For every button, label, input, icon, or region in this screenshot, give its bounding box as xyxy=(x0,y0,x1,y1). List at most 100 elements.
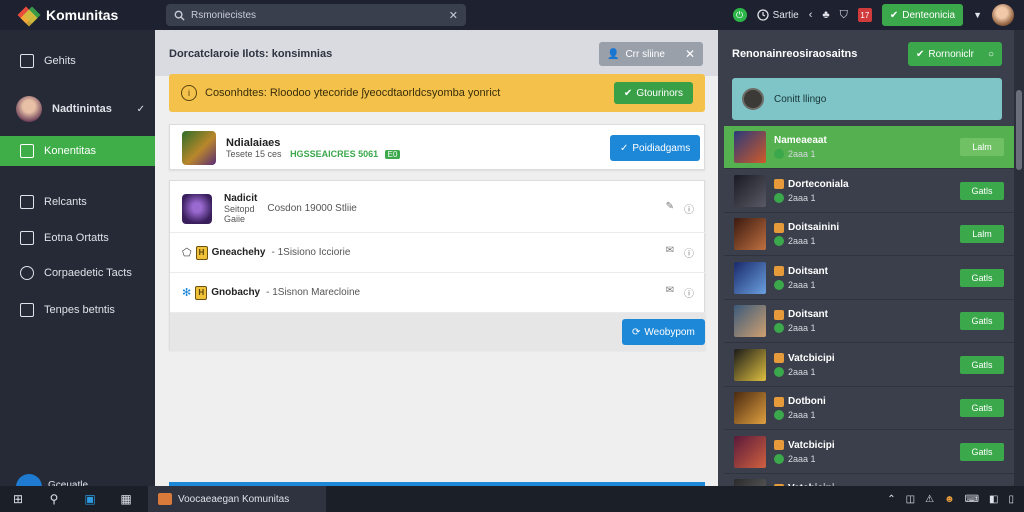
friend-action-button[interactable]: Gatls xyxy=(960,399,1004,417)
sidebar-item-profile[interactable]: Nadtinintas ✓ xyxy=(0,90,155,128)
friend-action-button[interactable]: Lalm xyxy=(960,138,1004,156)
notifications-icon[interactable]: 17 xyxy=(857,8,872,22)
friend-info: Nameaeaat 2aaa 1 xyxy=(774,135,827,159)
friend-item[interactable]: Doitsant 2aaa 1 Gatls xyxy=(724,300,1014,343)
friend-info: Doitsant 2aaa 1 xyxy=(774,309,828,333)
alert-banner: i Cosonhdtes: Rloodoo ytecoride ʃyeocdta… xyxy=(169,74,705,112)
list-item[interactable]: ✻ H Gnobachy - 1Sisnon Marecloine ✉ ⓘ xyxy=(170,273,706,313)
list-item[interactable]: Nadicit Seitopd Gaiie Cosdon 19000 Stlii… xyxy=(170,185,706,233)
game-thumbnail[interactable] xyxy=(182,131,216,165)
chevron-down-icon[interactable]: ▼ xyxy=(973,10,982,20)
alert-button[interactable]: ✔ Gtourinors xyxy=(613,82,693,104)
friend-status: 2aaa 1 xyxy=(788,366,816,377)
list-footer: ⟳ Weobypom xyxy=(170,313,706,351)
scrollbar-thumb[interactable] xyxy=(1016,90,1022,170)
rank-icon xyxy=(774,353,784,363)
chevron-up-icon[interactable]: ⌃ xyxy=(887,494,895,505)
header-button[interactable]: 👤 Crr sliine ✕ xyxy=(599,42,703,66)
friend-action-button[interactable]: Gatls xyxy=(960,312,1004,330)
footer-button[interactable]: ⟳ Weobypom xyxy=(622,319,705,345)
friends-icon[interactable]: ♣ xyxy=(822,9,829,21)
chevron-left-icon[interactable]: ‹ xyxy=(809,9,813,21)
friend-name-line: Vatcbicipi xyxy=(774,353,835,364)
gear-icon xyxy=(20,266,34,280)
friend-action-button[interactable]: Gatls xyxy=(960,181,1004,200)
friend-status: 2aaa 1 xyxy=(788,192,816,203)
close-icon[interactable]: ✕ xyxy=(685,47,695,61)
friend-status-line: 2aaa 1 xyxy=(774,279,828,290)
user-avatar[interactable] xyxy=(992,4,1014,26)
friend-name: Doitsainini xyxy=(788,222,840,233)
search-icon[interactable]: ⚲ xyxy=(36,486,72,512)
info-icon[interactable]: ⓘ xyxy=(684,285,694,300)
info-icon: i xyxy=(181,85,197,101)
document-icon xyxy=(20,195,34,209)
mail-icon[interactable]: ✉ xyxy=(666,285,674,300)
friend-item[interactable]: Doitsainini 2aaa 1 Lalm xyxy=(724,213,1014,256)
info-icon[interactable]: ⓘ xyxy=(684,245,694,260)
friend-item[interactable]: Vatcbicipi 2aaa 1 Gatls xyxy=(724,431,1014,474)
alert-icon[interactable]: ⚠ xyxy=(925,494,934,505)
shield-icon[interactable]: ⛉ xyxy=(840,9,848,22)
featured-card: Ndialaiaes Tesete 15 ces HGSSEAICRES 506… xyxy=(169,124,705,170)
sidebar-item-settings[interactable]: Corpaedetic Tacts xyxy=(0,258,155,288)
sidebar-item-relcants[interactable]: Relcants xyxy=(0,187,155,217)
friend-action-button[interactable]: Gatls xyxy=(960,355,1004,374)
taskbar-app[interactable]: Voocaeaegan Komunitas xyxy=(148,486,326,512)
friend-item[interactable]: Vatcbicipi 2aaa 1 Gatls xyxy=(724,344,1014,387)
keyboard-icon[interactable]: ⌨ xyxy=(965,494,979,505)
explorer-icon[interactable]: ▦ xyxy=(108,486,144,512)
info-icon[interactable]: ⓘ xyxy=(684,201,694,216)
search-bar[interactable]: Rsmoniecistes ✕ xyxy=(166,4,466,26)
edit-icon[interactable]: ✎ xyxy=(666,201,674,216)
taskview-icon[interactable]: ▣ xyxy=(72,486,108,512)
friend-item[interactable]: Nameaeaat 2aaa 1 Lalm xyxy=(724,126,1014,169)
friend-status-line: 2aaa 1 xyxy=(774,323,828,333)
friend-info: Vatcbicipi 2aaa 1 xyxy=(774,440,835,464)
online-status-icon[interactable]: ⏻ xyxy=(732,8,747,22)
friend-avatar xyxy=(734,174,766,207)
featured-button[interactable]: ✓ Poidiadgams xyxy=(610,135,701,161)
check-icon: ✔ xyxy=(916,48,925,60)
mail-icon[interactable]: ✉ xyxy=(666,245,674,260)
featured-highlight: HGSSEAICRES 5061 xyxy=(290,149,379,159)
rank-icon xyxy=(774,266,784,276)
friend-action-button[interactable]: Lalm xyxy=(960,225,1004,243)
friend-status-line: 2aaa 1 xyxy=(774,149,827,159)
friend-item[interactable]: Doitsant 2aaa 1 Gatls xyxy=(724,257,1014,300)
friend-name: Dotboni xyxy=(788,396,826,407)
friend-item[interactable]: Dotboni 2aaa 1 Gatls xyxy=(724,387,1014,430)
friend-name: Vatcbicipi xyxy=(788,352,835,364)
sidebar-item-komunitas[interactable]: Konentitas xyxy=(0,136,155,166)
friend-search[interactable]: Conitt llingo xyxy=(732,78,1002,120)
taskbar: ⊞ ⚲ ▣ ▦ Voocaeaegan Komunitas ⌃ ◫ ⚠ ☻ ⌨ … xyxy=(0,486,1024,512)
network-icon[interactable]: ◫ xyxy=(906,494,915,505)
top-action-button[interactable]: ✔ Denteonicia xyxy=(881,4,964,26)
friend-name-line: Doitsainini xyxy=(774,222,839,233)
friend-item[interactable]: Dorteconiala 2aaa 1 Gatls xyxy=(724,170,1014,213)
friend-action-button[interactable]: Gatls xyxy=(960,268,1004,287)
windows-start-icon[interactable]: ⊞ xyxy=(0,486,36,512)
volume-icon[interactable]: ◧ xyxy=(989,494,998,505)
app-title: Komunitas xyxy=(46,7,119,23)
search-icon xyxy=(174,10,185,21)
status-indicator[interactable]: Sartie xyxy=(756,9,799,21)
rank-icon xyxy=(774,440,784,450)
sidebar-item-gehits[interactable]: Gehits xyxy=(0,46,155,76)
game-icon[interactable]: ☻ xyxy=(944,494,955,505)
panel-title: Renonainreosiraosaitns xyxy=(732,48,858,60)
close-icon[interactable]: ✕ xyxy=(449,9,458,22)
rank-icon xyxy=(774,179,784,189)
panel-button[interactable]: ✔ Rornoniclr ○ xyxy=(908,42,1002,66)
app-logo[interactable]: Komunitas xyxy=(17,6,166,27)
logo-icon xyxy=(17,6,41,27)
scrollbar[interactable] xyxy=(1014,30,1024,486)
friend-status: 2aaa 1 xyxy=(788,323,816,333)
friend-action-button[interactable]: Gatls xyxy=(960,442,1004,461)
sidebar-item-list[interactable]: Tenpes betntis xyxy=(0,295,155,325)
desktop-icon[interactable]: ▯ xyxy=(1008,494,1014,505)
sidebar-item-events[interactable]: Eotna Ortatts xyxy=(0,223,155,253)
shield-icon: H xyxy=(195,245,208,260)
list-item[interactable]: ⬠ H Gneachehy - 1Sisiono Icciorie ✉ ⓘ xyxy=(170,233,706,273)
friend-status: 2aaa 1 xyxy=(788,410,816,420)
